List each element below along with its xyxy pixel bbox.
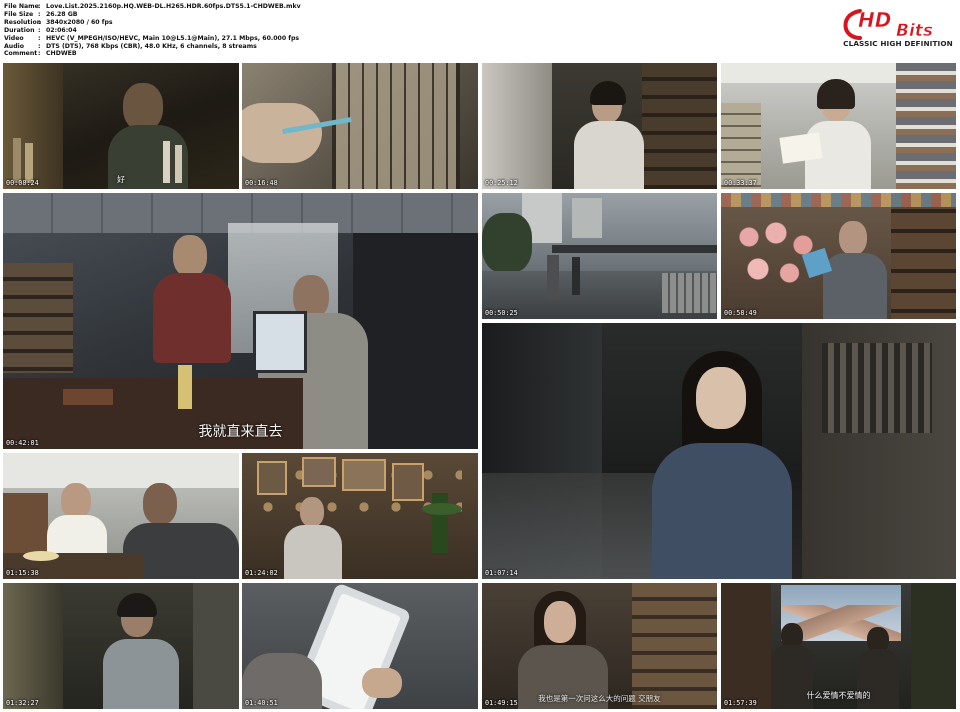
thumbnail-10: 01:24:02 — [242, 453, 478, 579]
thumbnail-1-timestamp: 00:08:24 — [6, 179, 39, 187]
thumbnail-5-timestamp: 00:42:01 — [6, 439, 39, 447]
thumbnail-2: 00:16:48 — [242, 63, 478, 189]
thumbnail-4: 00:33:37 — [721, 63, 956, 189]
thumbnail-13: 我也是第一次问这么大的问题 交朋友 01:49:15 — [482, 583, 717, 709]
thumbnail-13-timestamp: 01:49:15 — [485, 699, 518, 707]
info-row-audio: Audio: DTS (DTS), 768 Kbps (CBR), 48.0 KH… — [4, 42, 257, 50]
info-row-duration: Duration:02:06:04 — [4, 26, 77, 34]
thumbnail-11-timestamp: 01:32:27 — [6, 699, 39, 707]
logo-tagline: CLASSIC HIGH DEFINITION — [843, 39, 953, 48]
info-row-resolution: Resolution: 3840x2080 / 60 fps — [4, 18, 113, 26]
thumbnail-5: 我就直来直去 00:42:01 — [3, 193, 478, 449]
thumbnail-12-timestamp: 01:40:51 — [245, 699, 278, 707]
thumbnail-1: 好 00:08:24 — [3, 63, 239, 189]
thumbnail-9: 01:15:38 — [3, 453, 239, 579]
thumbnail-7: 00:58:49 — [721, 193, 956, 319]
media-info-block: File Name: Love.List.2025.2160p.HQ.WEB-DL… — [4, 3, 301, 58]
info-row-file-size: File Size:26.28 GB — [4, 10, 78, 18]
thumbnail-7-timestamp: 00:58:49 — [724, 309, 757, 317]
thumbnail-10-timestamp: 01:24:02 — [245, 569, 278, 577]
thumbnail-6-timestamp: 00:50:25 — [485, 309, 518, 317]
thumbnail-8-timestamp: 01:07:14 — [485, 569, 518, 577]
info-row-file-name: File Name: Love.List.2025.2160p.HQ.WEB-DL… — [4, 3, 301, 10]
thumbnail-3-timestamp: 00:25:12 — [485, 179, 518, 187]
info-row-comment: Comment: CHDWEB — [4, 50, 77, 58]
thumbnail-12: 01:40:51 — [242, 583, 478, 709]
thumbnail-6: 00:50:25 — [482, 193, 717, 319]
thumbnail-14-timestamp: 01:57:39 — [724, 699, 757, 707]
thumbnail-5-subtitle: 我就直来直去 — [198, 424, 283, 440]
thumbnail-9-timestamp: 01:15:38 — [6, 569, 39, 577]
logo-hd-text: HD — [858, 8, 891, 32]
thumbnail-14: 什么爱情不爱情的 01:57:39 — [721, 583, 956, 709]
thumbnail-8: 01:07:14 — [482, 323, 956, 579]
thumbnail-2-timestamp: 00:16:48 — [245, 179, 278, 187]
logo-bits-text: Bits — [896, 21, 933, 41]
thumbnail-11: 01:32:27 — [3, 583, 239, 709]
thumbnail-4-timestamp: 00:33:37 — [724, 179, 757, 187]
info-row-video: Video: HEVC (V_MPEGH/ISO/HEVC, Main 10@L5… — [4, 34, 300, 42]
thumbnail-3: 00:25:12 — [482, 63, 717, 189]
